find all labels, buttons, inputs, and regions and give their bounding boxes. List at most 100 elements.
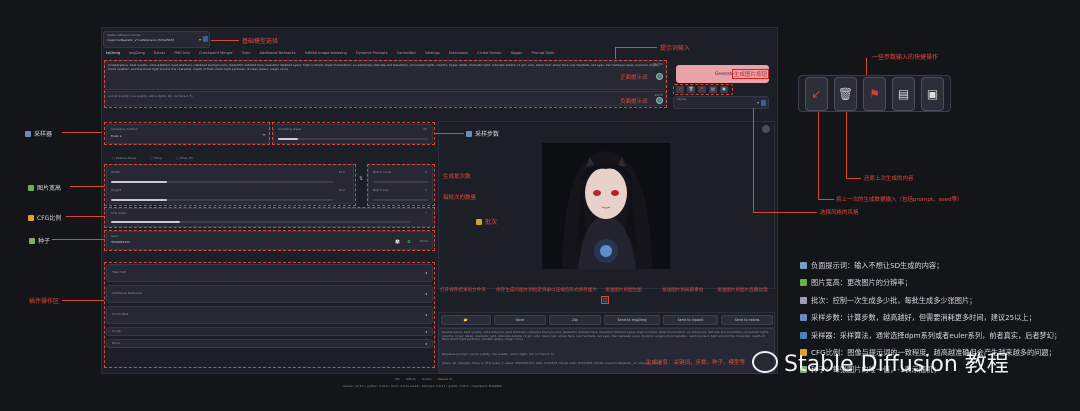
restore-icon[interactable]: ↙ bbox=[676, 86, 684, 93]
sampler-line bbox=[62, 132, 102, 133]
extras-checkbox-1[interactable]: ▢ Tiling bbox=[150, 156, 162, 161]
restore-annotation: 将上一次的生成数据输入（包括prompt、seed等） bbox=[836, 197, 963, 203]
footer-link[interactable]: Github bbox=[406, 377, 416, 382]
cfg-dash bbox=[104, 207, 435, 228]
tab-13[interactable]: Tagger bbox=[510, 51, 522, 55]
note-icon bbox=[800, 314, 807, 322]
extras-checkbox-0[interactable]: ▢ Restore faces bbox=[112, 156, 136, 161]
size-line bbox=[70, 186, 104, 187]
wechat-icon bbox=[752, 351, 778, 373]
note-item: 负面提示词：输入不想让SD生成的内容； bbox=[800, 261, 1061, 271]
gen-info-annotation: 生成信息：关键词，步数，种子，模型等 bbox=[646, 360, 746, 366]
tab-6[interactable]: Additional Networks bbox=[260, 51, 296, 55]
plugins-line bbox=[62, 300, 104, 301]
refresh-icon[interactable] bbox=[203, 36, 208, 42]
clipboard-icon[interactable]: ▤ bbox=[709, 86, 717, 93]
plugins-annotation: 插件操作区 bbox=[29, 298, 60, 305]
output-button-4[interactable]: Send to inpaint bbox=[663, 315, 718, 325]
flag-icon[interactable]: ⚑ bbox=[698, 86, 706, 93]
tab-10[interactable]: Settings bbox=[425, 51, 440, 55]
refresh-icon[interactable] bbox=[761, 100, 766, 106]
footer-links: API Github Gradio Reload UI bbox=[395, 377, 452, 382]
batch-size-annotation: 每批次的数量 bbox=[443, 195, 477, 201]
generation-info-prompt: (masterpiece, best quality, ultra-detail… bbox=[442, 331, 770, 342]
save-annotation: 保存生成的图片到指定目录 bbox=[496, 288, 552, 293]
tab-14[interactable]: Prompt Tools bbox=[532, 51, 555, 55]
model-selector[interactable]: stable-diffusion-model majicmixRealistic… bbox=[103, 31, 210, 48]
tab-bar: txt2img img2img Extras PNG Info Checkpoint M… bbox=[106, 51, 666, 55]
footer-version: version: v1.3.2 • python: 3.10.6 • torch… bbox=[343, 384, 502, 388]
style-line-h bbox=[753, 212, 817, 213]
cfg-annotation: CFG比例 bbox=[28, 213, 61, 222]
note-item: 批次：控制一次生成多少批，每批生成多少张图片； bbox=[800, 296, 1061, 306]
save-style-icon[interactable]: ▣ bbox=[720, 86, 728, 93]
trash-icon[interactable]: 🗑 bbox=[834, 77, 857, 111]
sampler-dash bbox=[104, 122, 270, 145]
trash-icon[interactable]: 🗑 bbox=[687, 86, 695, 93]
tab-4[interactable]: Checkpoint Merger bbox=[199, 51, 233, 55]
paste-line bbox=[846, 112, 847, 179]
generated-image[interactable] bbox=[542, 143, 670, 269]
note-item: 图片宽高：更改图片的分辨率； bbox=[800, 278, 1061, 288]
chevron-down-icon: ▾ bbox=[198, 37, 201, 42]
generate-button[interactable]: Generate 生成图片按钮 bbox=[676, 65, 770, 83]
batch-dash bbox=[367, 164, 435, 206]
generation-info[interactable]: (masterpiece, best quality, ultra-detail… bbox=[438, 328, 775, 374]
prompt-input-annotation: 提示词输入 bbox=[660, 45, 691, 52]
output-button-2[interactable]: Zip bbox=[549, 315, 601, 325]
tab-1[interactable]: img2img bbox=[129, 51, 145, 55]
save-style-icon[interactable]: ▣ bbox=[921, 77, 944, 111]
batch-count-annotation: 生成批次数 bbox=[443, 174, 471, 180]
send-inpaint-annotation: 发送图片到局部重绘 bbox=[662, 288, 704, 293]
note-text: 批次：控制一次生成多少批，每批生成多少张图片； bbox=[811, 295, 977, 305]
open-folder-icon-box: ▢ bbox=[601, 296, 609, 304]
note-item: 采样步数：计算步数，越高越好，但需要消耗更多时间，建议25以上； bbox=[800, 313, 1061, 323]
note-icon bbox=[800, 331, 807, 339]
restore-line bbox=[818, 112, 819, 200]
cfg-line bbox=[66, 216, 104, 217]
generate-button-label: Generate bbox=[715, 71, 734, 76]
output-button-5[interactable]: Send to extras bbox=[721, 315, 773, 325]
note-text: 图片宽高：更改图片的分辨率； bbox=[811, 278, 912, 288]
styles-dropdown[interactable]: Styles ▾ bbox=[673, 96, 769, 109]
tab-7[interactable]: Infinite image browsing bbox=[305, 51, 347, 55]
tab-12[interactable]: Civitai Helper bbox=[477, 51, 501, 55]
steps-line bbox=[434, 133, 464, 134]
seed-dash bbox=[104, 230, 435, 251]
footer-link[interactable]: API bbox=[395, 377, 400, 382]
open-folder-button[interactable]: 📂 bbox=[441, 315, 491, 325]
close-icon[interactable] bbox=[762, 125, 770, 133]
steps-annotation: 采样步数 bbox=[466, 129, 499, 138]
restore-icon[interactable]: ↙ bbox=[805, 77, 828, 111]
chevron-down-icon: ▾ bbox=[756, 100, 759, 105]
tab-8[interactable]: Dynamic Prompts bbox=[356, 51, 388, 55]
footer-link[interactable]: Gradio bbox=[422, 377, 432, 382]
footer-link[interactable]: Reload UI bbox=[438, 377, 452, 382]
extras-checkbox-2[interactable]: ▢ Hires. fix bbox=[176, 156, 193, 161]
note-text: 采样步数：计算步数，越高越好，但需要消耗更多时间，建议25以上； bbox=[811, 313, 1036, 323]
size-annotation: 图片宽高 bbox=[28, 183, 61, 192]
tab-0[interactable]: txt2img bbox=[106, 51, 120, 55]
tab-11[interactable]: Extensions bbox=[449, 51, 469, 55]
clipboard-icon[interactable]: ▤ bbox=[892, 77, 915, 111]
model-annotation: 基础模型选择 bbox=[242, 38, 279, 45]
swap-dimensions-icon[interactable]: ⇅ bbox=[359, 176, 363, 182]
zip-annotation: 以压缩包形式保存图片 bbox=[551, 288, 597, 293]
paste-annotation: 还原上次生成的内容 bbox=[864, 176, 914, 182]
prompt-dash-box bbox=[104, 60, 667, 108]
restore-line-h bbox=[818, 199, 834, 200]
plugins-dash bbox=[104, 262, 435, 368]
tab-9[interactable]: ControlNet bbox=[397, 51, 416, 55]
model-selector-value: majicmixRealistic_v7.safetensors [8c5ef9… bbox=[107, 38, 175, 42]
tab-2[interactable]: Extras bbox=[154, 51, 165, 55]
tab-5[interactable]: Train bbox=[242, 51, 251, 55]
seed-line bbox=[52, 239, 104, 240]
flag-icon[interactable]: ⚑ bbox=[863, 77, 886, 111]
prompt-input-line bbox=[615, 47, 657, 48]
note-item: 采样器：采样算法，通常选择dpm系列或者euler系列，前者真实，后者梦幻； bbox=[800, 331, 1061, 341]
note-text: 采样器：采样算法，通常选择dpm系列或者euler系列，前者真实，后者梦幻； bbox=[811, 330, 1062, 340]
output-button-3[interactable]: Send to img2img bbox=[604, 315, 660, 325]
tab-3[interactable]: PNG Info bbox=[174, 51, 190, 55]
output-button-1[interactable]: Save bbox=[494, 315, 546, 325]
seed-annotation: 种子 bbox=[29, 236, 50, 245]
